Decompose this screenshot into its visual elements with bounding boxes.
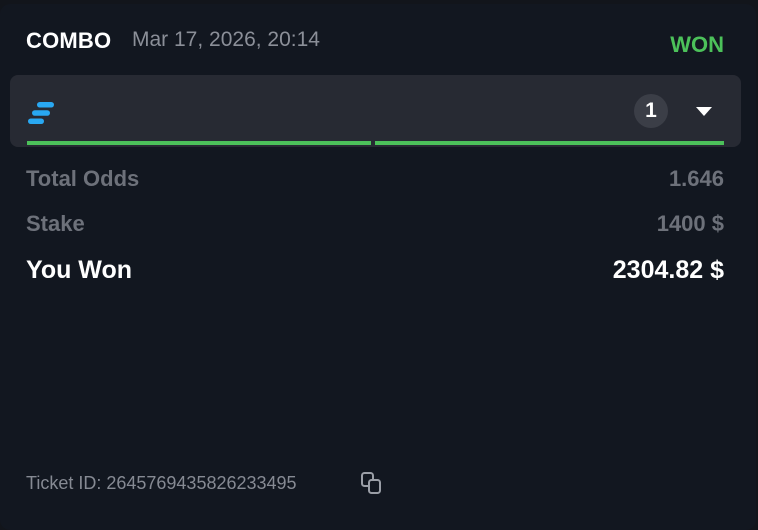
selection-progress-segment bbox=[27, 141, 371, 145]
sportsbook-logo-icon bbox=[28, 102, 54, 124]
total-odds-value: 1.646 bbox=[668, 166, 724, 191]
bet-ticket-card: COMBO Mar 17, 2026, 20:14 WON 1 Total Od… bbox=[0, 4, 756, 530]
selection-progress-segment bbox=[375, 141, 724, 145]
bet-type: COMBO bbox=[26, 28, 112, 53]
ticket-id: Ticket ID: 2645769435826233495 bbox=[26, 473, 297, 493]
winnings-value: 2304.82 $ bbox=[612, 256, 724, 284]
selection-count-badge: 1 bbox=[634, 94, 668, 128]
status-badge: WON bbox=[670, 32, 724, 57]
winnings-label: You Won bbox=[26, 256, 132, 284]
selections-toggle[interactable]: 1 bbox=[10, 75, 741, 147]
copy-icon[interactable] bbox=[359, 470, 385, 496]
bet-date: Mar 17, 2026, 20:14 bbox=[132, 28, 320, 51]
chevron-down-icon[interactable] bbox=[696, 107, 712, 116]
total-odds-label: Total Odds bbox=[26, 166, 140, 191]
stake-value: 1400 $ bbox=[656, 211, 724, 236]
stake-label: Stake bbox=[26, 211, 85, 236]
